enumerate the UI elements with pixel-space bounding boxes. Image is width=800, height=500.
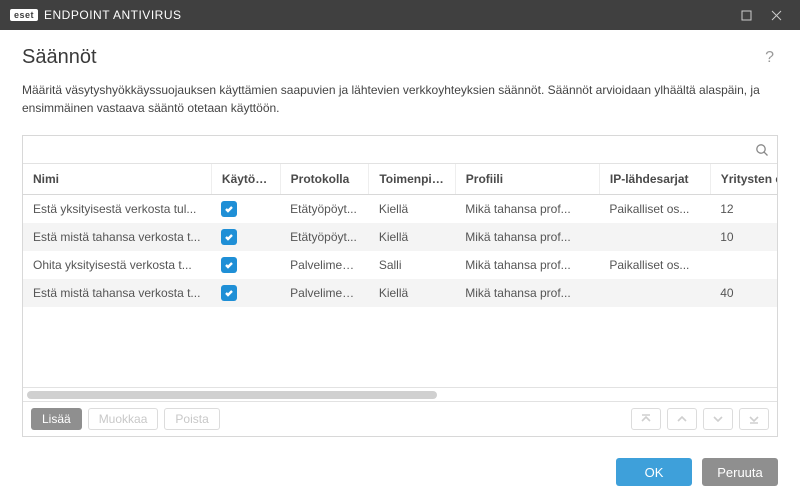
close-button[interactable] bbox=[762, 4, 790, 26]
cell-protocol: Palvelimen... bbox=[280, 251, 369, 279]
cancel-button[interactable]: Peruuta bbox=[702, 458, 778, 486]
cell-name: Estä yksityisestä verkosta tul... bbox=[23, 195, 211, 224]
cell-action: Kiellä bbox=[369, 223, 455, 251]
table-row[interactable]: Estä yksityisestä verkosta tul... Etätyöp… bbox=[23, 195, 777, 224]
table-empty-space bbox=[23, 307, 777, 387]
delete-button[interactable]: Poista bbox=[164, 408, 219, 430]
table-row[interactable]: Ohita yksityisestä verkosta t... Palvelim… bbox=[23, 251, 777, 279]
cell-protocol: Etätyöpöyt... bbox=[280, 223, 369, 251]
page-description: Määritä väsytyshyökkäyssuojauksen käyttä… bbox=[22, 81, 778, 117]
search-icon[interactable] bbox=[753, 141, 771, 159]
col-profile[interactable]: Profiili bbox=[455, 164, 599, 195]
enabled-checkbox[interactable] bbox=[221, 229, 237, 245]
cell-profile: Mikä tahansa prof... bbox=[455, 279, 599, 307]
help-icon[interactable]: ? bbox=[761, 49, 778, 67]
col-max-attempts[interactable]: Yritysten enimmäismäärä bbox=[710, 164, 777, 195]
cell-enabled bbox=[211, 195, 280, 224]
cell-ip bbox=[599, 279, 710, 307]
table-header-row: Nimi Käytössä Protokolla Toimenpide Prof… bbox=[23, 164, 777, 195]
col-action[interactable]: Toimenpide bbox=[369, 164, 455, 195]
cell-ip bbox=[599, 223, 710, 251]
cell-protocol: Palvelimen... bbox=[280, 279, 369, 307]
cell-ip: Paikalliset os... bbox=[599, 195, 710, 224]
cell-enabled bbox=[211, 251, 280, 279]
col-enabled[interactable]: Käytössä bbox=[211, 164, 280, 195]
cell-name: Estä mistä tahansa verkosta t... bbox=[23, 279, 211, 307]
cell-profile: Mikä tahansa prof... bbox=[455, 251, 599, 279]
enabled-checkbox[interactable] bbox=[221, 201, 237, 217]
scrollbar-thumb[interactable] bbox=[27, 391, 437, 399]
ok-button[interactable]: OK bbox=[616, 458, 692, 486]
rules-table: Nimi Käytössä Protokolla Toimenpide Prof… bbox=[23, 164, 777, 307]
cell-enabled bbox=[211, 279, 280, 307]
panel-actions: Lisää Muokkaa Poista bbox=[23, 401, 777, 436]
add-button[interactable]: Lisää bbox=[31, 408, 82, 430]
cell-action: Kiellä bbox=[369, 195, 455, 224]
maximize-button[interactable] bbox=[732, 4, 760, 26]
cell-name: Estä mistä tahansa verkosta t... bbox=[23, 223, 211, 251]
page-title: Säännöt bbox=[22, 46, 97, 69]
enabled-checkbox[interactable] bbox=[221, 257, 237, 273]
cell-profile: Mikä tahansa prof... bbox=[455, 195, 599, 224]
cell-action: Salli bbox=[369, 251, 455, 279]
col-ip[interactable]: IP-lähdesarjat bbox=[599, 164, 710, 195]
move-top-button[interactable] bbox=[631, 408, 661, 430]
search-bar bbox=[23, 136, 777, 164]
cell-max-attempts bbox=[710, 251, 777, 279]
edit-button[interactable]: Muokkaa bbox=[88, 408, 159, 430]
product-name: ENDPOINT ANTIVIRUS bbox=[44, 8, 181, 22]
enabled-checkbox[interactable] bbox=[221, 285, 237, 301]
cell-action: Kiellä bbox=[369, 279, 455, 307]
search-input[interactable] bbox=[29, 143, 753, 157]
cell-profile: Mikä tahansa prof... bbox=[455, 223, 599, 251]
titlebar: eset ENDPOINT ANTIVIRUS bbox=[0, 0, 800, 30]
brand: eset ENDPOINT ANTIVIRUS bbox=[10, 8, 181, 22]
cell-name: Ohita yksityisestä verkosta t... bbox=[23, 251, 211, 279]
table-row[interactable]: Estä mistä tahansa verkosta t... Palvelim… bbox=[23, 279, 777, 307]
cell-max-attempts: 10 bbox=[710, 223, 777, 251]
horizontal-scrollbar[interactable] bbox=[23, 387, 777, 401]
col-name[interactable]: Nimi bbox=[23, 164, 211, 195]
brand-badge: eset bbox=[10, 9, 38, 21]
col-protocol[interactable]: Protokolla bbox=[280, 164, 369, 195]
rules-panel: Nimi Käytössä Protokolla Toimenpide Prof… bbox=[22, 135, 778, 437]
table-row[interactable]: Estä mistä tahansa verkosta t... Etätyöpö… bbox=[23, 223, 777, 251]
cell-max-attempts: 40 bbox=[710, 279, 777, 307]
move-bottom-button[interactable] bbox=[739, 408, 769, 430]
move-up-button[interactable] bbox=[667, 408, 697, 430]
rules-table-wrap: Nimi Käytössä Protokolla Toimenpide Prof… bbox=[23, 164, 777, 387]
cell-ip: Paikalliset os... bbox=[599, 251, 710, 279]
cell-enabled bbox=[211, 223, 280, 251]
cell-max-attempts: 12 bbox=[710, 195, 777, 224]
cell-protocol: Etätyöpöyt... bbox=[280, 195, 369, 224]
dialog-footer: OK Peruuta bbox=[616, 458, 778, 486]
move-down-button[interactable] bbox=[703, 408, 733, 430]
